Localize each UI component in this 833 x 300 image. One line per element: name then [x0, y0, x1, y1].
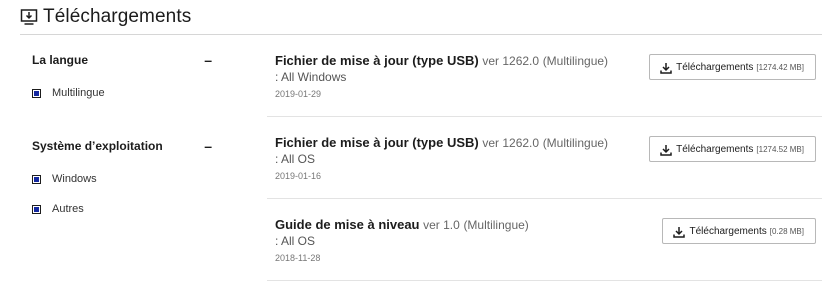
download-item-info: Guide de mise à niveau ver 1.0 (Multilin… [275, 216, 529, 263]
filter-sidebar: La langue – Multilingue Système d’exploi… [32, 52, 212, 216]
download-button-label: Téléchargements [689, 225, 767, 237]
download-button[interactable]: Téléchargements [0.28 MB] [662, 218, 816, 244]
download-name: Fichier de mise à jour (type USB) [275, 53, 479, 68]
collapse-language-button[interactable]: – [204, 52, 212, 68]
download-date: 2019-01-29 [275, 89, 322, 99]
download-version: ver 1.0 [423, 218, 460, 232]
filter-group-language: La langue – Multilingue [32, 52, 212, 104]
download-size: [0.28 MB] [769, 226, 804, 236]
download-item-info: Fichier de mise à jour (type USB) ver 12… [275, 134, 608, 181]
download-name: Guide de mise à niveau [275, 217, 420, 232]
download-icon [673, 225, 686, 238]
download-title-line: Fichier de mise à jour (type USB) ver 12… [275, 134, 608, 152]
download-os: : All Windows [275, 70, 347, 84]
filter-title-os: Système d’exploitation [32, 139, 163, 153]
download-language: (Multilingue) [463, 218, 529, 232]
collapse-os-button[interactable]: – [204, 138, 212, 154]
download-title-line: Guide de mise à niveau ver 1.0 (Multilin… [275, 216, 529, 234]
download-icon [660, 61, 672, 74]
download-language: (Multilingue) [542, 136, 609, 150]
checkbox-multilingue[interactable] [32, 88, 41, 98]
download-date: 2019-01-16 [275, 171, 322, 181]
filter-option-multilingue[interactable]: Multilingue [32, 86, 212, 100]
download-title-line: Fichier de mise à jour (type USB) ver 12… [275, 52, 608, 70]
filter-title-language: La langue [32, 53, 89, 67]
download-item: Guide de mise à niveau ver 1.0 (Multilin… [267, 199, 822, 281]
download-item: Fichier de mise à jour (type USB) ver 12… [267, 35, 822, 117]
filter-option-windows[interactable]: Windows [32, 172, 212, 186]
download-os: : All OS [275, 234, 316, 248]
checkbox-windows[interactable] [32, 174, 41, 184]
download-language: (Multilingue) [542, 54, 609, 68]
download-name: Fichier de mise à jour (type USB) [275, 135, 479, 150]
option-label: Autres [52, 203, 84, 215]
filter-option-autres[interactable]: Autres [32, 202, 212, 216]
download-button[interactable]: Téléchargements [1274.42 MB] [649, 54, 816, 80]
download-button[interactable]: Téléchargements [1274.52 MB] [649, 136, 816, 162]
download-item: Fichier de mise à jour (type USB) ver 12… [267, 117, 822, 199]
download-button-label: Téléchargements [676, 61, 754, 73]
download-version: ver 1262.0 [482, 136, 540, 150]
page-title: Téléchargements [43, 6, 192, 27]
download-size: [1274.52 MB] [756, 144, 804, 154]
page-header: Téléchargements [20, 6, 191, 28]
download-size: [1274.42 MB] [756, 62, 804, 72]
download-os: : All OS [275, 152, 316, 166]
download-version: ver 1262.0 [482, 54, 540, 68]
option-label: Windows [52, 173, 97, 185]
download-icon [660, 143, 672, 156]
download-monitor-icon [20, 8, 38, 26]
download-item-info: Fichier de mise à jour (type USB) ver 12… [275, 52, 608, 99]
option-label: Multilingue [52, 87, 105, 99]
download-date: 2018-11-28 [275, 253, 321, 263]
download-list: Fichier de mise à jour (type USB) ver 12… [267, 35, 822, 281]
filter-group-os: Système d’exploitation – Windows Autres [32, 138, 212, 216]
download-button-label: Téléchargements [676, 143, 754, 155]
checkbox-autres[interactable] [32, 204, 41, 214]
